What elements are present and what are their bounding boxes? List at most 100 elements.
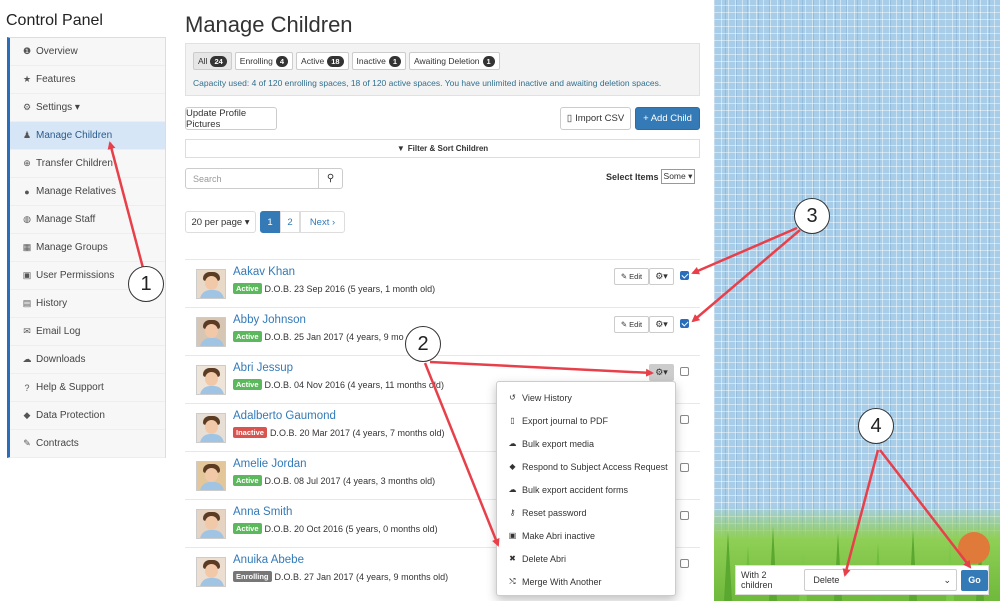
search-button[interactable]: ⚲ — [318, 168, 343, 189]
gear-icon: ⚙▾ — [655, 319, 668, 329]
tab-awaiting-deletion[interactable]: Awaiting Deletion 1 — [409, 52, 500, 70]
cloud-download-icon: ☁ — [22, 354, 32, 364]
page-1-button[interactable]: 1 — [260, 211, 280, 233]
edit-label: Edit — [629, 320, 643, 329]
file-pdf-icon: ▯ — [510, 416, 515, 425]
child-name-link[interactable]: Anna Smith — [233, 506, 292, 518]
menu-item-respond-to-subject-access-request[interactable]: ◆ Respond to Subject Access Request — [497, 455, 675, 478]
sidebar-item-manage-relatives[interactable]: ● Manage Relatives — [10, 178, 165, 206]
child-name-link[interactable]: Abby Johnson — [233, 314, 306, 326]
menu-item-view-history[interactable]: ↺ View History — [497, 386, 675, 409]
menu-item-delete-abri[interactable]: ✖ Delete Abri — [497, 547, 675, 570]
row-checkbox[interactable] — [680, 559, 689, 568]
menu-item-label: Bulk export media — [522, 438, 595, 449]
row-checkbox[interactable] — [680, 367, 689, 376]
filter-sort-button[interactable]: ▼ Filter & Sort Children — [185, 139, 700, 158]
sidebar-item-manage-groups[interactable]: ▦ Manage Groups — [10, 234, 165, 262]
child-name-link[interactable]: Aakav Khan — [233, 266, 295, 278]
edit-button[interactable]: ✎ Edit — [614, 316, 649, 333]
sidebar-item-contracts[interactable]: ✎ Contracts — [10, 430, 165, 458]
gear-dropdown-button[interactable]: ⚙▾ — [649, 268, 674, 285]
gear-dropdown-button[interactable]: ⚙▾ — [649, 316, 674, 333]
select-items-label: Select Items — [606, 171, 659, 182]
per-page-dropdown[interactable]: 20 per page ▾ — [185, 211, 256, 233]
lock-icon: ▣ — [22, 270, 32, 280]
tab-enrolling[interactable]: Enrolling 4 — [234, 52, 294, 70]
sidebar-item-manage-children[interactable]: ♟ Manage Children — [10, 122, 165, 150]
menu-item-bulk-export-media[interactable]: ☁ Bulk export media — [497, 432, 675, 455]
menu-item-merge-with-another[interactable]: ⤭ Merge With Another — [497, 570, 675, 593]
tab-label: Enrolling — [239, 56, 273, 66]
status-badge: Active — [233, 379, 262, 390]
status-badge: Enrolling — [233, 571, 272, 582]
sidebar-item-label: Manage Groups — [36, 242, 108, 253]
row-checkbox[interactable] — [680, 319, 689, 328]
sidebar-item-downloads[interactable]: ☁ Downloads — [10, 346, 165, 374]
tab-all[interactable]: All 24 — [193, 52, 232, 70]
row-checkbox[interactable] — [680, 511, 689, 520]
child-info: Active D.O.B. 20 Oct 2016 (5 years, 0 mon… — [233, 523, 438, 534]
menu-item-bulk-export-accident-forms[interactable]: ☁ Bulk export accident forms — [497, 478, 675, 501]
page-2-button[interactable]: 2 — [280, 211, 300, 233]
sidebar-item-overview[interactable]: ❶ Overview — [10, 38, 165, 66]
go-button[interactable]: Go — [961, 569, 988, 591]
row-checkbox[interactable] — [680, 463, 689, 472]
gear-dropdown-button[interactable]: ⚙▾ — [649, 364, 674, 381]
status-tabs: All 24 Enrolling 4 Active 18 Inactive 1 Awaiting… — [193, 52, 500, 70]
chevron-right-icon: › — [332, 216, 336, 228]
sidebar-item-label: Settings ▾ — [36, 102, 80, 113]
count-badge: 4 — [275, 55, 289, 67]
dob-text: D.O.B. 27 Jan 2017 (4 years, 9 months ol… — [274, 571, 449, 582]
bulk-action-label: With 2 children — [741, 570, 773, 590]
menu-item-make-abri-inactive[interactable]: ▣ Make Abri inactive — [497, 524, 675, 547]
select-items-dropdown[interactable]: Some ▾ — [660, 169, 696, 184]
callout-2: 2 — [405, 326, 441, 362]
update-profile-pictures-button[interactable]: Update Profile Pictures — [185, 107, 277, 130]
background-illustration — [714, 0, 1000, 601]
file-icon: ▯ — [566, 113, 573, 124]
child-name-link[interactable]: Amelie Jordan — [233, 458, 307, 470]
count-badge: 1 — [388, 55, 402, 67]
row-checkbox[interactable] — [680, 415, 689, 424]
menu-item-export-journal-to-pdf[interactable]: ▯ Export journal to PDF — [497, 409, 675, 432]
tab-active[interactable]: Active 18 — [296, 52, 349, 70]
status-badge: Active — [233, 283, 262, 294]
sidebar-item-data-protection[interactable]: ◆ Data Protection — [10, 402, 165, 430]
gear-icon: ⚙ — [22, 102, 32, 112]
shield-icon: ◆ — [23, 410, 31, 420]
transfer-icon: ⊕ — [23, 158, 31, 168]
tab-label: Awaiting Deletion — [414, 56, 480, 66]
tab-inactive[interactable]: Inactive 1 — [351, 52, 407, 70]
count-badge: 18 — [327, 55, 344, 67]
menu-item-reset-password[interactable]: ⚷ Reset password — [497, 501, 675, 524]
menu-item-label: Respond to Subject Access Request — [522, 461, 668, 472]
sidebar-item-help-support[interactable]: ? Help & Support — [10, 374, 165, 402]
sidebar-item-label: Manage Relatives — [36, 186, 117, 197]
status-badge: Inactive — [233, 427, 267, 438]
child-name-link[interactable]: Adalberto Gaumond — [233, 410, 336, 422]
avatar — [196, 317, 226, 347]
status-badge: Active — [233, 523, 262, 534]
row-checkbox[interactable] — [680, 271, 689, 280]
help-chat-button[interactable] — [958, 532, 990, 564]
envelope-icon: ✉ — [23, 326, 31, 336]
control-panel-title: Control Panel — [6, 12, 103, 29]
history-icon: ↺ — [509, 393, 516, 402]
edit-button[interactable]: ✎ Edit — [614, 268, 649, 285]
sidebar-item-manage-staff[interactable]: ◍ Manage Staff — [10, 206, 165, 234]
add-child-button[interactable]: + Add Child — [635, 107, 700, 130]
sidebar-item-email-log[interactable]: ✉ Email Log — [10, 318, 165, 346]
sidebar-item-features[interactable]: ★ Features — [10, 66, 165, 94]
next-page-button[interactable]: Next › — [300, 211, 345, 233]
menu-item-label: Export journal to PDF — [522, 415, 609, 426]
child-name-link[interactable]: Abri Jessup — [233, 362, 293, 374]
sidebar-item-settings[interactable]: ⚙ Settings ▾ — [10, 94, 165, 122]
search-input[interactable]: Search — [185, 168, 319, 189]
filter-label: Filter & Sort Children — [407, 144, 489, 153]
bulk-action-select[interactable]: Delete ⌄ — [804, 569, 958, 591]
sidebar: ❶ Overview ★ Features ⚙ Settings ▾ ♟ Manage Chi… — [7, 37, 166, 458]
dob-text: D.O.B. 20 Mar 2017 (4 years, 7 months ol… — [269, 427, 445, 438]
import-csv-button[interactable]: ▯ Import CSV — [560, 107, 631, 130]
child-name-link[interactable]: Anuika Abebe — [233, 554, 304, 566]
sidebar-item-transfer-children[interactable]: ⊕ Transfer Children — [10, 150, 165, 178]
